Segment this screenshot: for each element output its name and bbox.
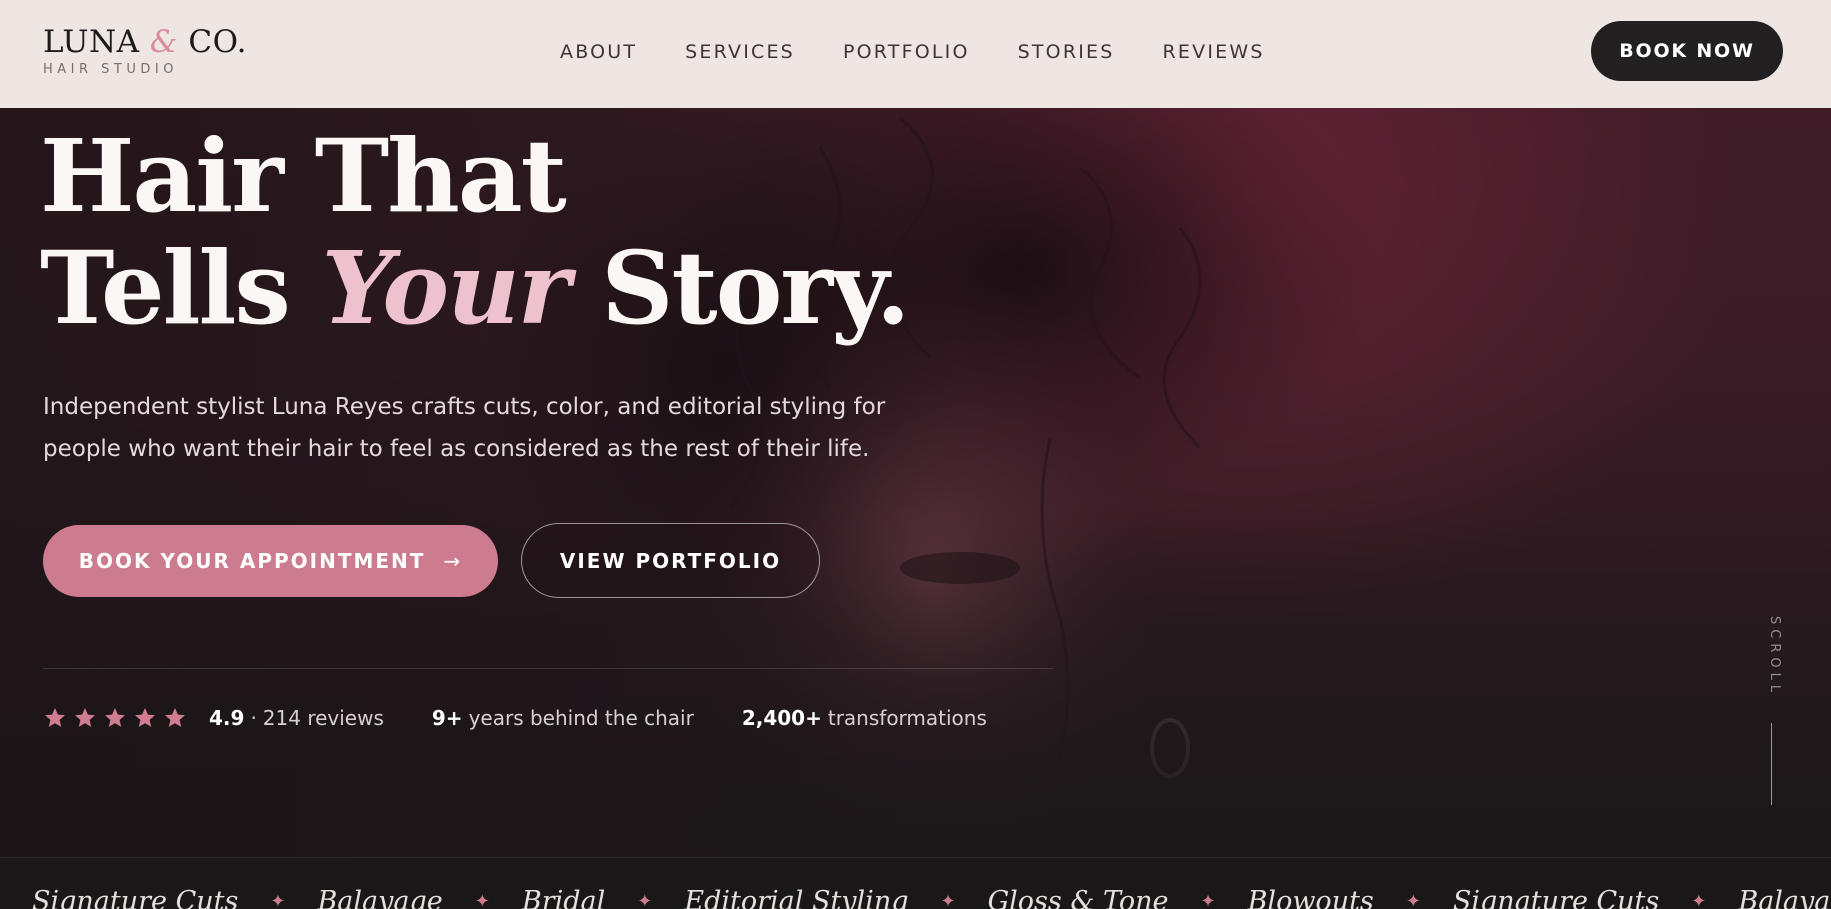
scroll-indicator-line (1771, 723, 1772, 805)
nav-item-reviews[interactable]: REVIEWS (1163, 40, 1265, 64)
sparkle-icon: ✦ (270, 891, 286, 909)
arrow-right-icon: → (443, 549, 463, 573)
logo[interactable]: LUNA & CO. HAIR STUDIO (43, 24, 247, 78)
rating-value: 4.9 (209, 706, 245, 730)
sparkle-icon: ✦ (637, 891, 653, 909)
rating-separator: · (250, 706, 257, 730)
hero-stats: 4.9 · 214 reviews 9+ years behind the ch… (43, 706, 1035, 730)
transformations-stat: 2,400+ transformations (742, 706, 987, 730)
marquee-item: Balayage (1738, 886, 1831, 909)
view-portfolio-button[interactable]: VIEW PORTFOLIO (521, 523, 820, 598)
rating-stat: 4.9 · 214 reviews (209, 706, 384, 730)
star-icon (135, 708, 155, 727)
marquee-item: Signature Cuts (1452, 886, 1660, 909)
sparkle-icon: ✦ (1405, 891, 1421, 909)
star-icon (105, 708, 125, 727)
hero-description: Independent stylist Luna Reyes crafts cu… (43, 394, 886, 462)
marquee-item: Balayage (317, 886, 443, 909)
marquee-item: Bridal (521, 886, 606, 909)
star-icon (165, 708, 185, 727)
hero-section: Hair That Tells Your Story. Independent … (0, 108, 1831, 857)
sparkle-icon: ✦ (474, 891, 490, 909)
nav-item-about[interactable]: ABOUT (560, 40, 637, 64)
star-icon (45, 708, 65, 727)
transformations-value: 2,400+ (741, 706, 822, 730)
site-header: LUNA & CO. HAIR STUDIO ABOUT SERVICES PO… (0, 0, 1831, 108)
main-nav: ABOUT SERVICES PORTFOLIO STORIES REVIEWS (560, 40, 1313, 64)
logo-ampersand: & (149, 24, 178, 60)
years-value: 9+ (431, 706, 463, 730)
book-appointment-button[interactable]: BOOK YOUR APPOINTMENT → (43, 525, 498, 597)
logo-name-right: CO. (188, 24, 248, 60)
nav-item-portfolio[interactable]: PORTFOLIO (843, 40, 970, 64)
rating-stars (43, 706, 193, 730)
years-stat: 9+ years behind the chair (432, 706, 694, 730)
star-icon (75, 708, 95, 727)
sparkle-icon: ✦ (1200, 891, 1216, 909)
marquee-item: Editorial Styling (684, 886, 909, 909)
logo-wordmark: LUNA & CO. (43, 24, 247, 60)
marquee-item: Gloss & Tone (987, 886, 1169, 909)
headline-accent-word: Your (321, 229, 571, 347)
marquee-item: Signature Cuts (32, 886, 239, 909)
headline-line-2-start: Tells (40, 229, 291, 347)
hero-headline: Hair That Tells Your Story. (40, 117, 911, 347)
years-text: years behind the chair (468, 706, 694, 730)
headline-line-1: Hair That (40, 117, 567, 235)
logo-name-left: LUNA (43, 24, 140, 60)
nav-item-services[interactable]: SERVICES (685, 40, 795, 64)
book-appointment-label: BOOK YOUR APPOINTMENT (78, 549, 426, 573)
headline-line-2-end: Story. (601, 229, 910, 347)
sparkle-icon: ✦ (1691, 891, 1707, 909)
transformations-text: transformations (827, 706, 987, 730)
hero-divider (43, 668, 1053, 669)
marquee-item: Blowouts (1247, 886, 1374, 909)
marquee-track: Signature Cuts ✦ Balayage ✦ Bridal ✦ Edi… (32, 886, 1831, 909)
scroll-indicator-label[interactable]: SCROLL (1762, 616, 1782, 716)
nav-item-stories[interactable]: STORIES (1018, 40, 1115, 64)
services-marquee: Signature Cuts ✦ Balayage ✦ Bridal ✦ Edi… (0, 857, 1831, 909)
book-now-button[interactable]: BOOK NOW (1591, 21, 1783, 81)
sparkle-icon: ✦ (940, 891, 956, 909)
rating-count: 214 reviews (262, 706, 384, 730)
logo-tagline: HAIR STUDIO (43, 62, 178, 77)
